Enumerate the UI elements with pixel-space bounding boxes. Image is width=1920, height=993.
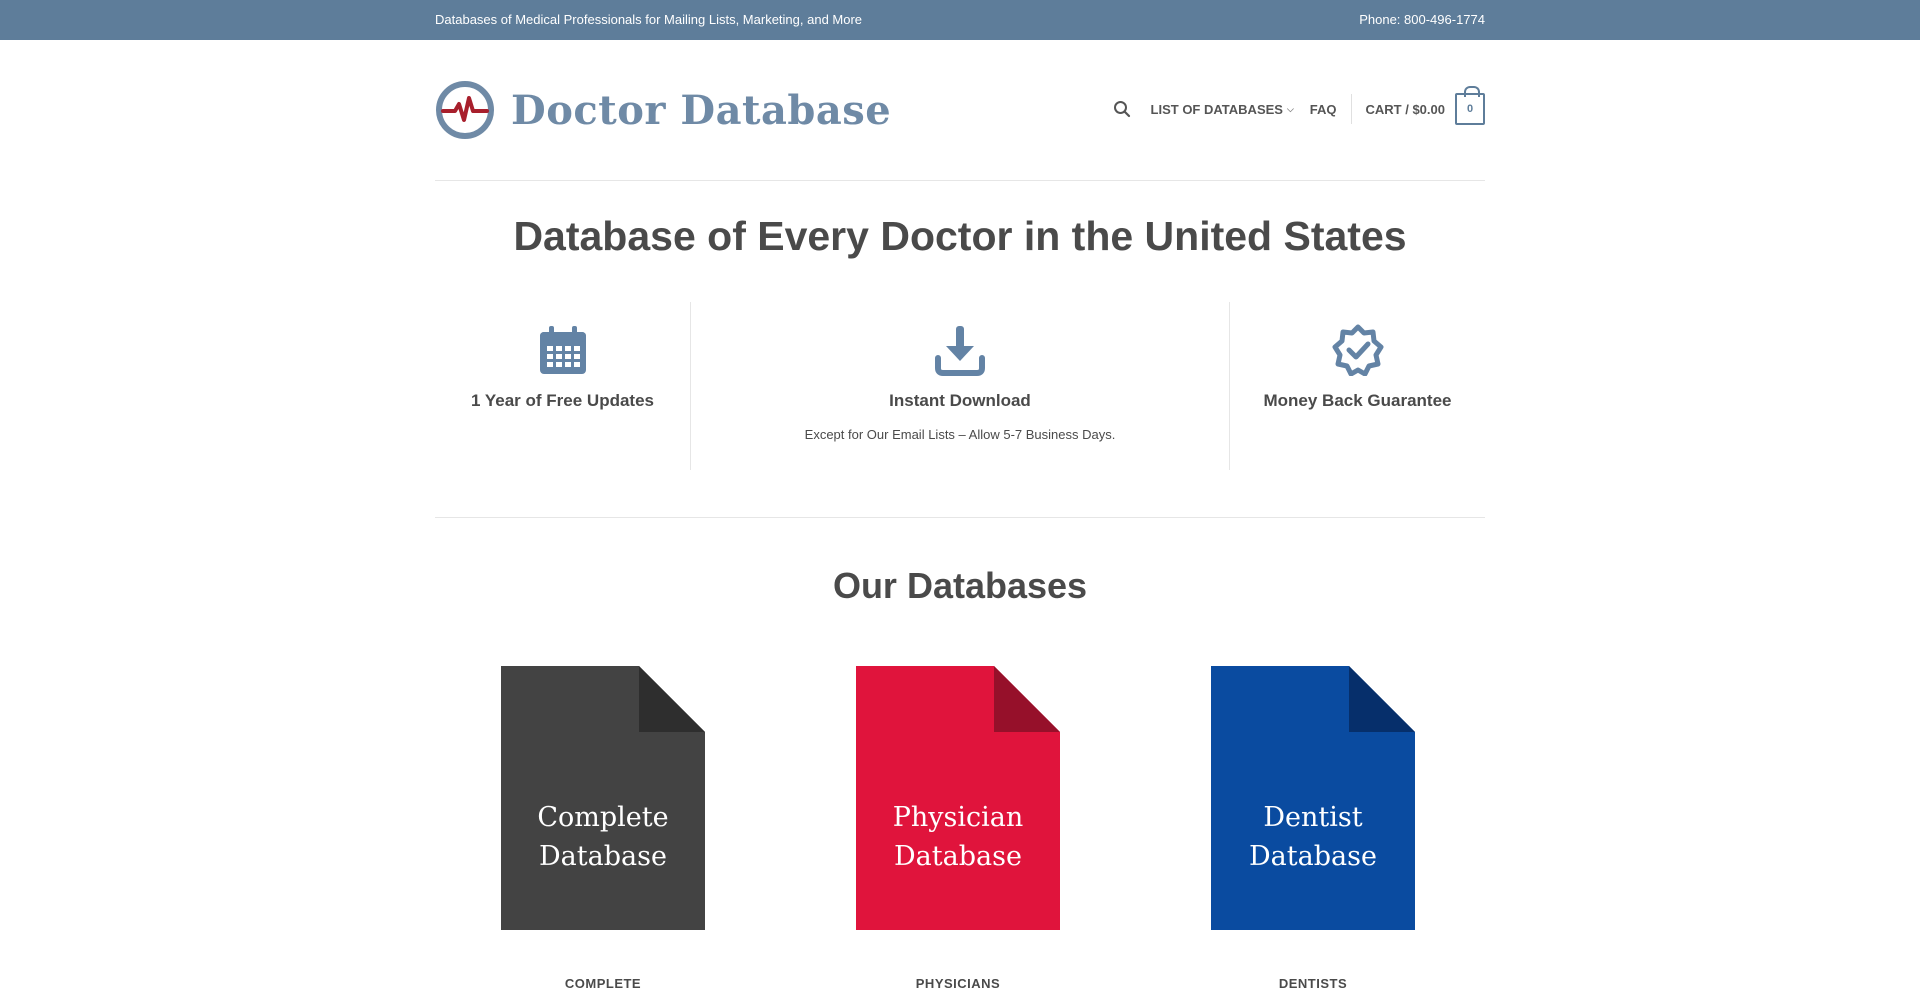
card-title-line1: Dentist xyxy=(1263,802,1362,833)
badge-check-icon xyxy=(1332,324,1383,377)
document-icon: Physician Database xyxy=(856,666,1060,930)
download-icon xyxy=(935,326,985,376)
feature-title: Instant Download xyxy=(889,391,1031,410)
site-header: Doctor Database LIST OF DATABASES ⌵ FAQ … xyxy=(435,40,1485,181)
section-divider xyxy=(435,517,1485,518)
nav-list-of-databases-label: LIST OF DATABASES xyxy=(1150,101,1283,117)
feature-money-back: Money Back Guarantee xyxy=(1230,302,1485,470)
card-title-line2: Database xyxy=(539,841,667,872)
databases-section-title: Our Databases xyxy=(832,565,1088,606)
card-title-line2: Database xyxy=(894,841,1022,872)
top-bar: Databases of Medical Professionals for M… xyxy=(0,0,1920,40)
card-caption[interactable]: PHYSICIANS xyxy=(856,976,1060,991)
feature-free-updates: 1 Year of Free Updates xyxy=(435,302,690,470)
cart-label: CART / $0.00 xyxy=(1365,101,1445,117)
calendar-icon xyxy=(539,326,586,374)
site-logo[interactable]: Doctor Database xyxy=(435,80,891,140)
cart-count-badge: 0 xyxy=(1455,86,1485,125)
nav-divider xyxy=(1350,94,1352,124)
feature-title: 1 Year of Free Updates xyxy=(471,391,654,410)
top-bar-tagline: Databases of Medical Professionals for M… xyxy=(435,12,863,27)
heartbeat-logo-icon xyxy=(436,81,494,139)
features-row: 1 Year of Free Updates Instant Download … xyxy=(435,302,1485,470)
card-caption[interactable]: DENTISTS xyxy=(1211,976,1415,991)
database-card-physicians[interactable]: Physician Database PHYSICIANS xyxy=(856,666,1060,991)
feature-desc: Except for Our Email Lists – Allow 5-7 B… xyxy=(804,427,1116,442)
card-title-line2: Database xyxy=(1249,841,1377,872)
document-icon: Dentist Database xyxy=(1211,666,1415,930)
logo-text: Doctor Database xyxy=(511,86,892,134)
nav-list-of-databases[interactable]: LIST OF DATABASES ⌵ xyxy=(1151,102,1294,117)
card-title-line1: Complete xyxy=(537,802,668,833)
database-card-complete[interactable]: Complete Database COMPLETE xyxy=(501,666,705,991)
card-title-line1: Physician xyxy=(893,802,1024,833)
main-nav: LIST OF DATABASES ⌵ FAQ CART / $0.00 0 xyxy=(1113,86,1485,125)
top-bar-phone[interactable]: Phone: 800-496-1774 xyxy=(1359,12,1485,27)
page-title: Database of Every Doctor in the United S… xyxy=(513,213,1407,259)
card-caption[interactable]: COMPLETE xyxy=(501,976,705,991)
nav-faq[interactable]: FAQ xyxy=(1310,102,1337,117)
feature-title: Money Back Guarantee xyxy=(1263,391,1452,410)
feature-instant-download: Instant Download Except for Our Email Li… xyxy=(690,302,1230,470)
cart-link[interactable]: CART / $0.00 0 xyxy=(1365,86,1485,125)
chevron-down-icon: ⌵ xyxy=(1286,103,1294,114)
document-icon: Complete Database xyxy=(501,666,705,930)
search-icon[interactable] xyxy=(1113,100,1131,118)
database-card-dentists[interactable]: Dentist Database DENTISTS xyxy=(1211,666,1415,991)
